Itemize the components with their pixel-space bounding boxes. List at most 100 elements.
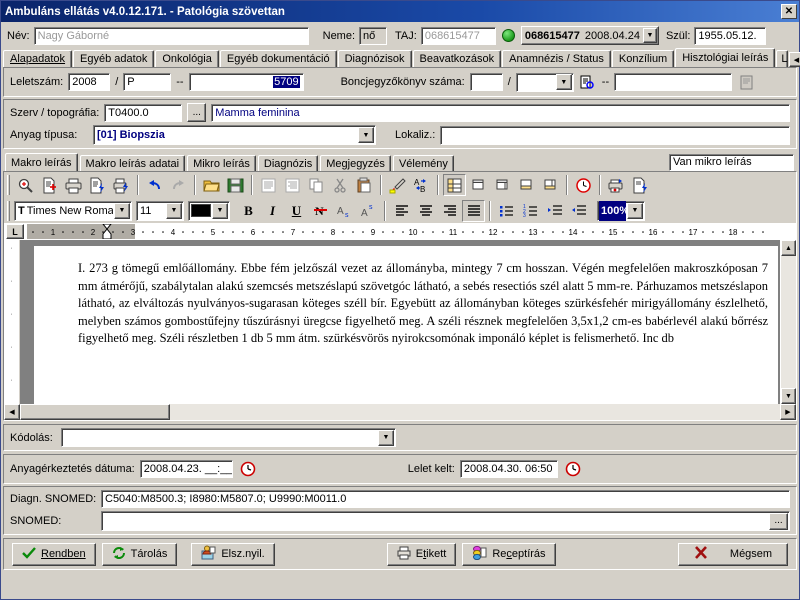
- record-prefix-field[interactable]: P: [123, 73, 172, 91]
- result-clock-icon[interactable]: [563, 458, 583, 480]
- subtab-velemeny[interactable]: Vélemény: [392, 155, 454, 171]
- tab-hisztologiai-leiras[interactable]: Hisztológiai leírás: [675, 48, 776, 67]
- lokaliz-field[interactable]: [440, 125, 790, 145]
- subtab-makro-leiras[interactable]: Makro leírás: [5, 153, 78, 171]
- tab-anamnezis-status[interactable]: Anamnézis / Status: [502, 50, 611, 67]
- bonc-type-combo[interactable]: ▼: [515, 72, 574, 92]
- arrival-date-field[interactable]: 2008.04.23. __:__: [139, 460, 233, 478]
- chevron-down-icon[interactable]: ▼: [627, 202, 643, 219]
- zoom-preview-icon[interactable]: [14, 174, 37, 196]
- text-block-alt-icon[interactable]: [281, 174, 304, 196]
- font-family-combo[interactable]: T Times New Roma ▼: [14, 200, 132, 221]
- print-red-icon[interactable]: [605, 174, 628, 196]
- window-3-icon[interactable]: [515, 174, 538, 196]
- tab-diagnozisok[interactable]: Diagnózisok: [337, 50, 412, 67]
- spellcheck-icon[interactable]: AB: [410, 174, 433, 196]
- bonc-edit-icon[interactable]: [737, 71, 757, 93]
- align-justify-icon[interactable]: [462, 199, 485, 222]
- indent-increase-icon[interactable]: [543, 200, 566, 222]
- organ-code-field[interactable]: T0400.0: [104, 103, 183, 122]
- label-button[interactable]: Etikett: [386, 542, 457, 566]
- scroll-left-icon[interactable]: ◀: [4, 404, 20, 420]
- chevron-down-icon[interactable]: ▼: [358, 127, 374, 143]
- bold-button[interactable]: B: [237, 200, 260, 222]
- print-icon[interactable]: [62, 174, 85, 196]
- bonc-tail-field[interactable]: [614, 73, 733, 91]
- text-block-icon[interactable]: [257, 174, 280, 196]
- coding-combo[interactable]: ▼: [61, 428, 396, 447]
- window-1-icon[interactable]: [467, 174, 490, 196]
- diag-snomed-field[interactable]: C5040:M8500.3; I8980:M5807.0; U9990:M001…: [101, 490, 790, 508]
- window-2-icon[interactable]: [491, 174, 514, 196]
- toolbar-grip[interactable]: [7, 175, 10, 195]
- chevron-down-icon[interactable]: ▼: [555, 74, 572, 90]
- window-4-icon[interactable]: [539, 174, 562, 196]
- editor-vertical-scrollbar[interactable]: ▲ ▼: [780, 240, 796, 404]
- organ-browse-button[interactable]: ...: [187, 103, 207, 122]
- paste-icon[interactable]: [353, 174, 376, 196]
- organ-description-field[interactable]: Mamma feminina: [211, 103, 790, 122]
- insert-table-icon[interactable]: [443, 174, 466, 196]
- case-selector[interactable]: 068615477 2008.04.24 ▼: [520, 26, 659, 45]
- tab-konzilium[interactable]: Konzílium: [611, 50, 675, 67]
- document-import-icon[interactable]: [86, 174, 109, 196]
- new-document-icon[interactable]: [38, 174, 61, 196]
- numbered-list-icon[interactable]: 123: [519, 200, 542, 222]
- record-year-field[interactable]: 2008: [68, 73, 111, 91]
- format-painter-icon[interactable]: [386, 174, 409, 196]
- font-size-combo[interactable]: 11 ▼: [136, 200, 184, 221]
- cut-icon[interactable]: [329, 174, 352, 196]
- snomed-field[interactable]: ...: [101, 511, 790, 531]
- scroll-thumb[interactable]: [20, 404, 170, 420]
- scroll-track[interactable]: [781, 256, 796, 388]
- subscript-button[interactable]: As: [333, 200, 356, 222]
- tab-egyeb-dokumentacio[interactable]: Egyéb dokumentáció: [219, 50, 337, 67]
- indent-decrease-icon[interactable]: [567, 200, 590, 222]
- tab-lelet-partial[interactable]: Le: [776, 50, 789, 67]
- scroll-down-icon[interactable]: ▼: [781, 388, 796, 404]
- cancel-button[interactable]: Mégsem: [678, 542, 788, 566]
- align-center-icon[interactable]: [414, 200, 437, 222]
- tab-onkologia[interactable]: Onkológia: [155, 50, 219, 67]
- snomed-browse-button[interactable]: ...: [769, 512, 788, 530]
- editor-horizontal-scrollbar[interactable]: ◀ ▶: [4, 404, 796, 420]
- zoom-combo[interactable]: 100% ▼: [597, 200, 645, 221]
- chevron-down-icon[interactable]: ▼: [642, 28, 657, 43]
- save-icon[interactable]: [224, 174, 247, 196]
- document-page[interactable]: I. 273 g tömegű emlőállomány. Ebbe fém j…: [34, 246, 778, 404]
- printer-import-icon[interactable]: [110, 174, 133, 196]
- copy-icon[interactable]: [305, 174, 328, 196]
- result-date-field[interactable]: 2008.04.30. 06:50: [459, 460, 558, 478]
- ruler-track[interactable]: 123 456 789 10 11 12 13 14 15 16 17 18: [27, 224, 796, 239]
- clock-icon[interactable]: [572, 174, 595, 196]
- prescription-button[interactable]: Receptírás: [462, 542, 556, 566]
- chevron-down-icon[interactable]: ▼: [114, 202, 130, 219]
- record-number-field[interactable]: 5709: [188, 73, 304, 91]
- taj-field[interactable]: 068615477: [420, 26, 496, 45]
- chevron-down-icon[interactable]: ▼: [166, 202, 182, 219]
- font-color-combo[interactable]: ▼: [188, 200, 230, 221]
- scroll-right-icon[interactable]: ▶: [780, 404, 796, 420]
- align-left-icon[interactable]: [390, 200, 413, 222]
- tab-alapadatok[interactable]: Alapadatok: [3, 50, 73, 67]
- tab-beavatkozasok[interactable]: Beavatkozások: [412, 50, 502, 67]
- italic-button[interactable]: I: [261, 200, 284, 222]
- open-folder-icon[interactable]: [200, 174, 223, 196]
- material-type-combo[interactable]: [01] Biopszia ▼: [93, 125, 376, 145]
- tab-egyeb-adatok[interactable]: Egyéb adatok: [73, 50, 155, 67]
- bonc-number-field[interactable]: [469, 73, 503, 91]
- birth-field[interactable]: 1955.05.12.: [694, 26, 767, 45]
- strikethrough-button[interactable]: N: [309, 200, 332, 222]
- document-canvas[interactable]: I. 273 g tömegű emlőállomány. Ebbe fém j…: [20, 240, 780, 404]
- settlement-button[interactable]: Elsz.nyil.: [191, 542, 275, 566]
- document-blue-icon[interactable]: [629, 174, 652, 196]
- tab-stop-selector[interactable]: L: [6, 224, 24, 239]
- bonc-lookup-icon[interactable]: [579, 71, 597, 93]
- ok-button[interactable]: Rendben: [12, 542, 96, 566]
- arrival-clock-icon[interactable]: [238, 458, 258, 480]
- close-button[interactable]: ✕: [781, 4, 797, 19]
- superscript-button[interactable]: As: [357, 200, 380, 222]
- subtab-diagnozis[interactable]: Diagnózis: [257, 155, 319, 171]
- format-toolbar-grip[interactable]: [7, 200, 10, 221]
- chevron-down-icon[interactable]: ▼: [378, 429, 394, 446]
